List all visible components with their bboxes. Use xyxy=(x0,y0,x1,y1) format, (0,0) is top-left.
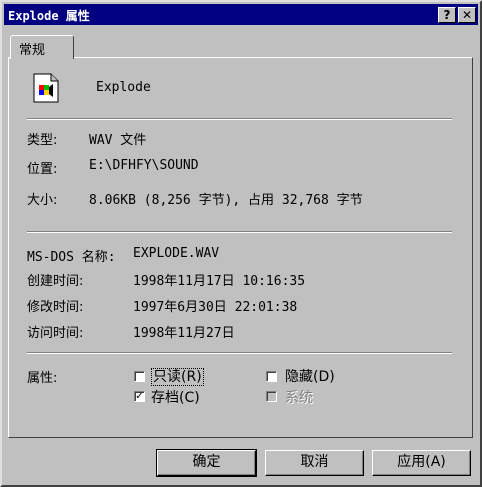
hidden-checkbox[interactable] xyxy=(266,371,277,382)
sound-file-icon xyxy=(33,73,59,103)
separator-3 xyxy=(27,352,452,354)
separator-2 xyxy=(27,231,452,233)
system-label: 系统 xyxy=(285,390,313,406)
apply-button[interactable]: 应用(A) xyxy=(372,450,471,476)
size-value: 8.06KB (8,256 字节), 占用 32,768 字节 xyxy=(89,193,363,208)
hidden-label[interactable]: 隐藏(D) xyxy=(285,366,335,386)
separator-1 xyxy=(27,118,452,120)
attributes-label: 属性: xyxy=(27,371,58,386)
close-button[interactable]: ✕ xyxy=(458,7,476,23)
accessed-value: 1998年11月27日 xyxy=(133,326,235,341)
title-bar[interactable]: Explode 属性 ? ✕ xyxy=(4,4,478,25)
location-label: 位置: xyxy=(27,162,58,177)
tab-general[interactable]: 常规 xyxy=(10,35,74,59)
readonly-label[interactable]: 只读(R) xyxy=(151,366,204,386)
ok-button[interactable]: 确定 xyxy=(156,449,257,477)
modified-label: 修改时间: xyxy=(27,300,84,315)
file-name: Explode xyxy=(96,80,151,95)
msdos-name-label: MS-DOS 名称: xyxy=(27,250,116,265)
system-checkbox xyxy=(266,391,277,402)
type-label: 类型: xyxy=(27,133,58,148)
created-label: 创建时间: xyxy=(27,274,84,289)
archive-label[interactable]: 存档(C) xyxy=(151,387,200,407)
type-value: WAV 文件 xyxy=(89,133,147,148)
msdos-name-value: EXPLODE.WAV xyxy=(133,246,220,261)
help-button[interactable]: ? xyxy=(438,7,456,23)
archive-checkbox[interactable]: ✓ xyxy=(134,391,145,402)
created-value: 1998年11月17日 10:16:35 xyxy=(133,274,306,289)
readonly-checkbox[interactable] xyxy=(134,371,145,382)
accessed-label: 访问时间: xyxy=(27,326,84,341)
tab-general-label: 常规 xyxy=(19,43,46,58)
cancel-button[interactable]: 取消 xyxy=(265,450,364,476)
location-value: E:\DFHFY\SOUND xyxy=(89,158,199,173)
size-label: 大小: xyxy=(27,193,58,208)
window-title: Explode 属性 xyxy=(8,9,90,23)
modified-value: 1997年6月30日 22:01:38 xyxy=(133,300,298,315)
